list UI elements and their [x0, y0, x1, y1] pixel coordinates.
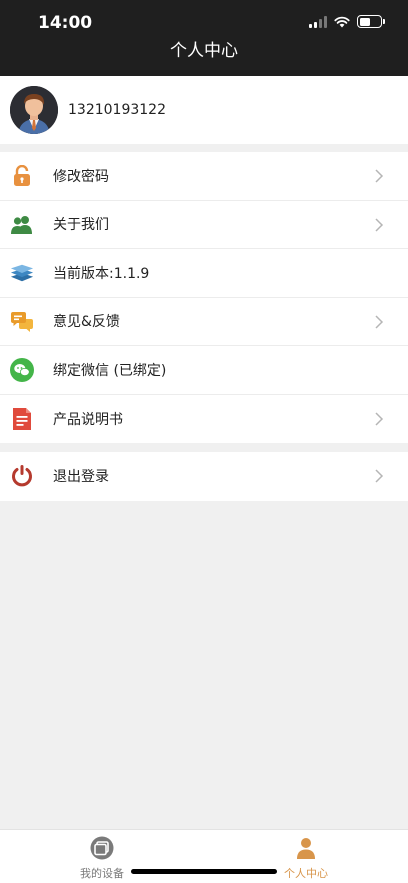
menu-group-account: 退出登录 [0, 452, 408, 501]
menu-item-manual[interactable]: 产品说明书 [0, 395, 408, 444]
chevron-right-icon [375, 411, 384, 426]
chevron-right-icon [375, 314, 384, 329]
status-icons [309, 15, 385, 28]
phone-number: 13210193122 [68, 102, 166, 118]
users-icon [10, 213, 34, 237]
menu-label-bind-wechat: 绑定微信 (已绑定) [53, 362, 167, 379]
menu-label-feedback: 意见&反馈 [53, 314, 120, 331]
menu-label-logout: 退出登录 [53, 469, 109, 486]
tab-profile[interactable]: 个人中心 [246, 836, 366, 881]
chevron-right-icon [375, 217, 384, 232]
avatar-image [10, 86, 58, 134]
page-title: 个人中心 [170, 41, 238, 61]
menu-label-change-password: 修改密码 [53, 168, 109, 185]
menu-label-about-us: 关于我们 [53, 217, 109, 234]
menu-item-bind-wechat[interactable]: 绑定微信 (已绑定) [0, 346, 408, 395]
status-time: 14:00 [38, 13, 93, 33]
chevron-right-icon [375, 169, 384, 183]
home-indicator [131, 869, 277, 874]
chat-bubble-icon [10, 310, 34, 334]
menu-label-manual: 产品说明书 [53, 411, 123, 428]
menu-item-about-us[interactable]: 关于我们 [0, 201, 408, 249]
menu-item-version: 当前版本:1.1.9 [0, 249, 408, 298]
lock-icon [10, 164, 34, 188]
devices-icon [90, 836, 114, 860]
signal-icon [309, 15, 327, 28]
menu-group-settings: 修改密码 关于我们 当前版本:1.1.9 意见&反馈 绑定微信 (已绑定) 产品… [0, 152, 408, 443]
person-icon [297, 838, 315, 859]
power-icon [10, 464, 34, 488]
profile-row[interactable]: 13210193122 [0, 76, 408, 144]
layers-icon [10, 261, 34, 285]
wechat-icon [10, 358, 34, 382]
menu-item-change-password[interactable]: 修改密码 [0, 152, 408, 201]
tab-bar: 我的设备 个人中心 [0, 829, 408, 883]
document-icon [10, 407, 34, 431]
menu-item-logout[interactable]: 退出登录 [0, 452, 408, 501]
header-bar: 14:00 个人中心 [0, 0, 408, 76]
wifi-icon [334, 16, 350, 27]
avatar[interactable] [10, 86, 58, 134]
tab-my-devices[interactable]: 我的设备 [42, 836, 162, 881]
chevron-right-icon [375, 469, 384, 483]
menu-label-version: 当前版本:1.1.9 [53, 265, 150, 282]
menu-item-feedback[interactable]: 意见&反馈 [0, 298, 408, 346]
battery-icon [357, 15, 385, 28]
